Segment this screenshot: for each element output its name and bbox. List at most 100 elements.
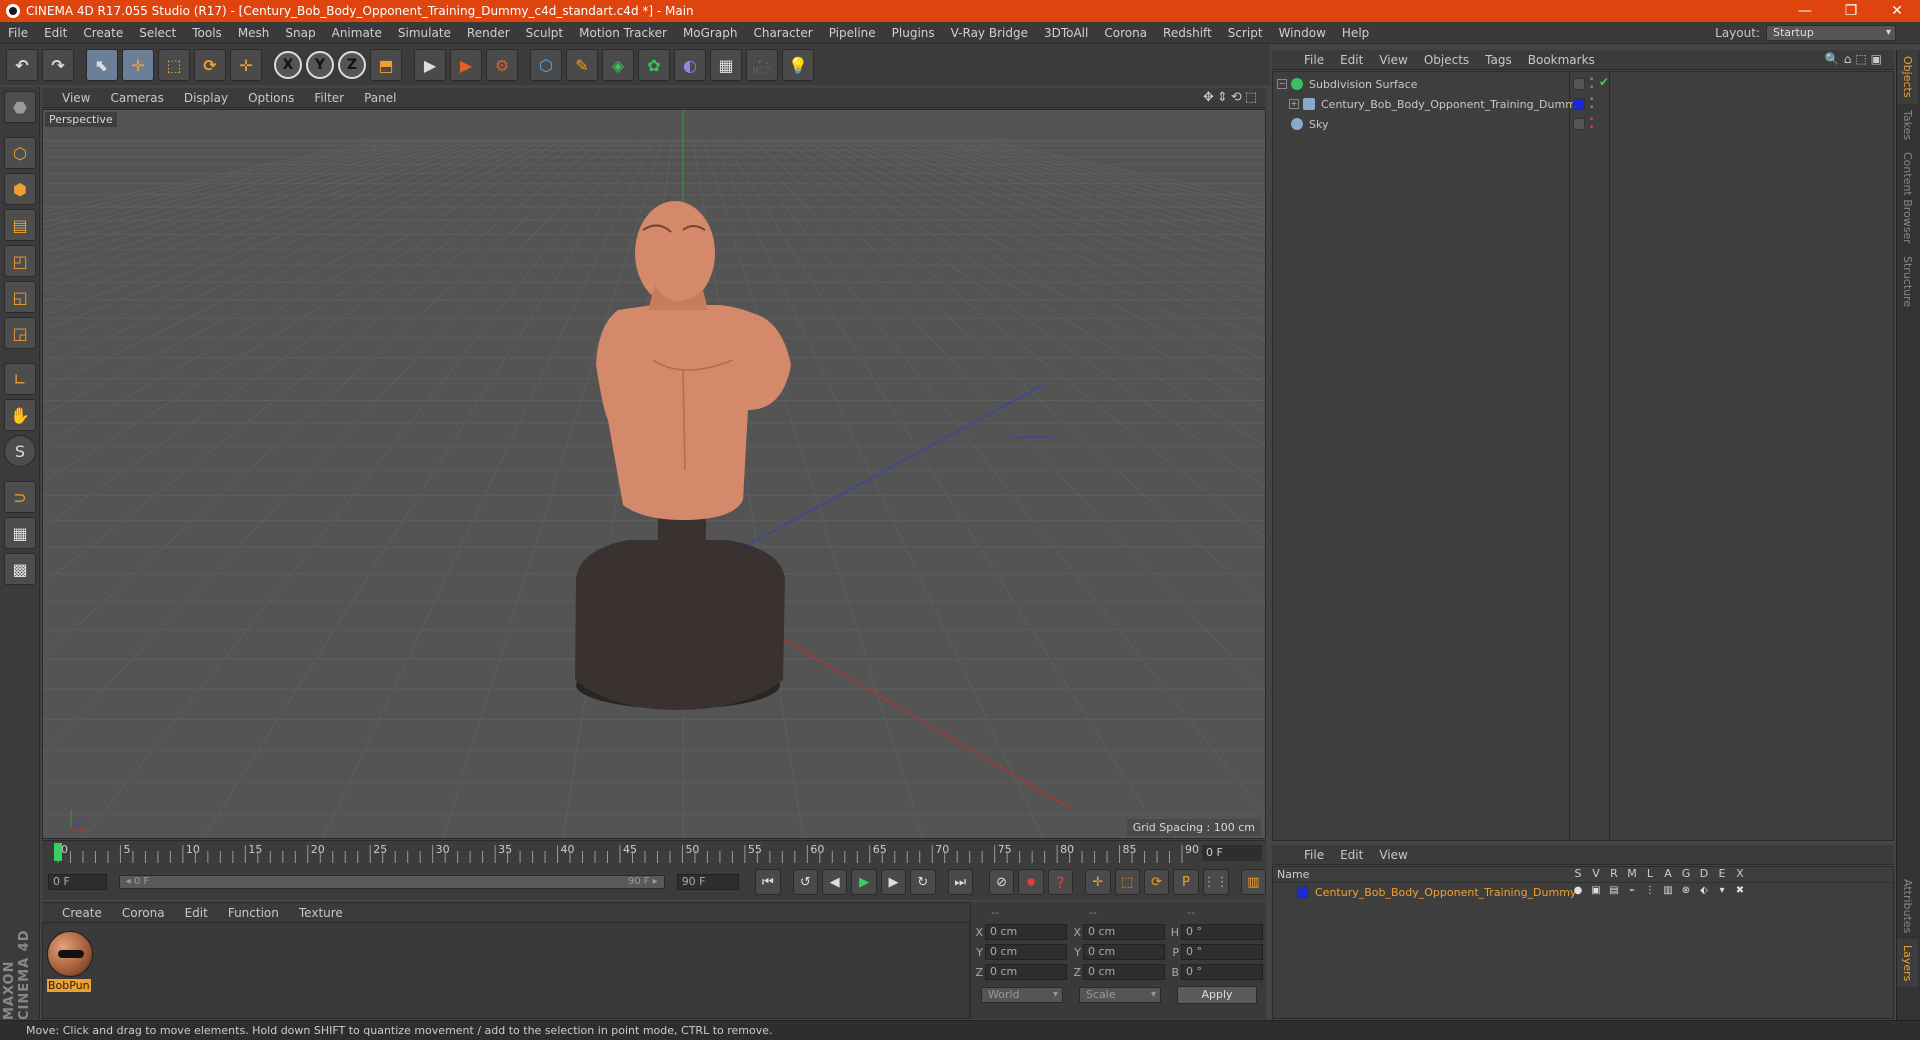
size-y-field[interactable]: 0 cm [1083, 944, 1165, 960]
render-icon[interactable]: ▤ [1605, 885, 1623, 896]
material-menu-function[interactable]: Function [218, 906, 289, 920]
objects-menu-objects[interactable]: Objects [1416, 53, 1477, 67]
objects-menu-file[interactable]: File [1296, 53, 1332, 67]
objects-menu-bookmarks[interactable]: Bookmarks [1520, 53, 1603, 67]
3d-viewport[interactable]: Perspective Grid Spacing : 100 cm [42, 109, 1266, 839]
y-axis-lock-icon[interactable]: Y [306, 51, 334, 79]
camera-icon[interactable]: 🎥 [746, 49, 778, 81]
move-tool-icon[interactable]: ✛ [122, 49, 154, 81]
object-row-sky[interactable]: Sky • • [1273, 114, 1893, 134]
x-axis-lock-icon[interactable]: X [274, 51, 302, 79]
key-position-icon[interactable]: ✛ [1085, 869, 1111, 895]
go-to-end-icon[interactable]: ⏭ [947, 869, 973, 895]
manager-icon[interactable]: ⌁ [1623, 885, 1641, 896]
locked-icon[interactable]: ⋮ [1641, 885, 1659, 896]
menu-redshift[interactable]: Redshift [1155, 26, 1220, 40]
autokeying-icon[interactable]: ? [1047, 869, 1074, 895]
material-menu-corona[interactable]: Corona [112, 906, 175, 920]
edges-mode-icon[interactable]: ◱ [4, 281, 36, 313]
rotation-p-field[interactable]: 0 ° [1181, 944, 1263, 960]
play-icon[interactable]: ▶ [851, 869, 877, 895]
position-x-field[interactable]: 0 cm [985, 924, 1067, 940]
menu-mograph[interactable]: MoGraph [675, 26, 746, 40]
preview-range-slider[interactable]: ◂ 0 F 90 F ▸ [118, 875, 665, 889]
object-manager-tool-icons[interactable]: 🔍⌂⬚▣ [1825, 52, 1886, 66]
tab-attributes[interactable]: Attributes [1897, 873, 1918, 939]
rotation-b-field[interactable]: 0 ° [1181, 964, 1263, 980]
rotation-h-field[interactable]: 0 ° [1181, 924, 1263, 940]
enabled-check-icon[interactable]: ✔ [1599, 75, 1609, 89]
material-menu-texture[interactable]: Texture [289, 906, 353, 920]
menu-mesh[interactable]: Mesh [230, 26, 278, 40]
coordinate-space-dropdown[interactable]: World [981, 987, 1063, 1003]
layer-row[interactable]: Century_Bob_Body_Opponent_Training_Dummy… [1273, 883, 1893, 901]
next-key-icon[interactable]: ↻ [910, 869, 936, 895]
close-button[interactable]: ✕ [1874, 0, 1920, 22]
viewport-navigation-icons[interactable]: ✥⇕⟲⬚ [1203, 90, 1260, 105]
minimize-button[interactable]: — [1782, 0, 1828, 22]
visibility-dots[interactable]: • • [1589, 96, 1599, 113]
floor-icon[interactable]: ▦ [710, 49, 742, 81]
tab-structure[interactable]: Structure [1897, 250, 1918, 313]
animation-icon[interactable]: ▥ [1659, 885, 1677, 896]
workplane-align-icon[interactable]: ▩ [4, 553, 36, 585]
undo-icon[interactable]: ↶ [6, 49, 38, 81]
key-parameter-icon[interactable]: P [1173, 869, 1199, 895]
collapse-toggle[interactable]: − [1277, 79, 1287, 89]
transform-tool-icon[interactable]: ✛ [230, 49, 262, 81]
record-active-icon[interactable]: ⏺ [1018, 869, 1044, 895]
polygons-mode-icon[interactable]: ◲ [4, 317, 36, 349]
menu-select[interactable]: Select [131, 26, 184, 40]
z-axis-lock-icon[interactable]: Z [338, 51, 366, 79]
magnet-icon[interactable]: ⊃ [4, 481, 36, 513]
make-editable-icon[interactable]: ⬣ [4, 91, 36, 123]
workplane-mode-icon[interactable]: ▤ [4, 209, 36, 241]
size-mode-dropdown[interactable]: Scale [1079, 987, 1161, 1003]
previous-frame-icon[interactable]: ◀ [821, 869, 848, 895]
current-frame-field[interactable]: 0 F [1202, 845, 1262, 861]
tab-takes[interactable]: Takes [1897, 104, 1918, 146]
solo-icon[interactable]: ● [1569, 885, 1587, 896]
menu-script[interactable]: Script [1220, 26, 1271, 40]
axis-mode-icon[interactable]: ∟ [4, 363, 36, 395]
menu-3dtoall[interactable]: 3DToAll [1036, 26, 1096, 40]
generators-icon[interactable]: ⊗ [1677, 885, 1695, 896]
menu-window[interactable]: Window [1271, 26, 1334, 40]
material-preview-ball[interactable] [47, 931, 93, 977]
timeline-window-icon[interactable]: ▥ [1240, 869, 1267, 895]
cube-primitive-icon[interactable]: ⬡ [530, 49, 562, 81]
key-rotation-icon[interactable]: ⟳ [1143, 869, 1170, 895]
menu-vray-bridge[interactable]: V-Ray Bridge [943, 26, 1036, 40]
key-scale-icon[interactable]: ⬚ [1114, 869, 1140, 895]
menu-create[interactable]: Create [75, 26, 131, 40]
apply-button[interactable]: Apply [1177, 986, 1257, 1004]
menu-pipeline[interactable]: Pipeline [821, 26, 884, 40]
objects-menu-edit[interactable]: Edit [1332, 53, 1371, 67]
rotate-tool-icon[interactable]: ⟳ [194, 49, 226, 81]
expand-toggle[interactable]: + [1289, 99, 1299, 109]
menu-tools[interactable]: Tools [184, 26, 230, 40]
expressions-icon[interactable]: ▾ [1713, 885, 1731, 896]
texture-mode-icon[interactable]: ⬢ [4, 173, 36, 205]
layer-color-swatch[interactable] [1573, 98, 1585, 110]
menu-character[interactable]: Character [745, 26, 820, 40]
objects-menu-tags[interactable]: Tags [1477, 53, 1520, 67]
tab-layers[interactable]: Layers [1897, 939, 1918, 988]
material-menu-edit[interactable]: Edit [175, 906, 218, 920]
menu-simulate[interactable]: Simulate [390, 26, 459, 40]
object-row-subdivision-surface[interactable]: − Subdivision Surface • • ✔ [1273, 74, 1893, 94]
layout-dropdown[interactable]: Startup [1766, 25, 1896, 41]
menu-file[interactable]: File [0, 26, 36, 40]
model-mode-icon[interactable]: ⬡ [4, 137, 36, 169]
timeline-ruler[interactable]: 0 5 10 15 20 25 30 35 40 45 50 55 60 65 70 75 80 85 90 0 F [42, 840, 1266, 864]
workplane-lock-icon[interactable]: ▦ [4, 517, 36, 549]
object-row-dummy[interactable]: + Century_Bob_Body_Opponent_Training_Dum… [1273, 94, 1893, 114]
layers-menu-view[interactable]: View [1371, 848, 1415, 862]
layer-name-header[interactable]: Name [1273, 868, 1569, 881]
scale-tool-icon[interactable]: ⬚ [158, 49, 190, 81]
viewport-camera-label[interactable]: Perspective [45, 112, 117, 127]
material-name[interactable]: BobPun [47, 979, 91, 992]
redo-icon[interactable]: ↷ [42, 49, 74, 81]
end-frame-field[interactable]: 90 F [676, 874, 740, 890]
points-mode-icon[interactable]: ◰ [4, 245, 36, 277]
